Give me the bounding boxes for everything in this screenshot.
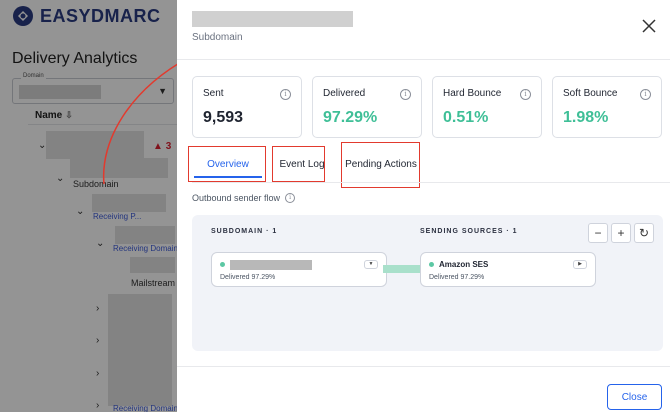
tabs-divider bbox=[192, 182, 670, 183]
stat-value: 1.98% bbox=[563, 109, 609, 126]
stat-value: 9,593 bbox=[203, 109, 244, 126]
redacted-subdomain bbox=[230, 260, 312, 270]
zoom-out-button[interactable]: − bbox=[588, 223, 608, 243]
subdomain-drawer: Subdomain Sent i 9,593 Delivered i 97.29… bbox=[177, 0, 670, 412]
stat-card-delivered: Delivered i 97.29% bbox=[312, 76, 422, 138]
flow-connector bbox=[383, 265, 420, 273]
zoom-in-button[interactable]: + bbox=[611, 223, 631, 243]
node-delivered: Delivered 97.29% bbox=[429, 274, 485, 281]
expand-icon[interactable]: ▶ bbox=[573, 260, 587, 269]
column-label-subdomain: SUBDOMAIN · 1 bbox=[211, 228, 278, 235]
redacted-subdomain-title bbox=[192, 11, 353, 27]
sender-flow-canvas: SUBDOMAIN · 1 SENDING SOURCES · 1 − + ↻ … bbox=[192, 215, 663, 351]
subdomain-node[interactable]: ▼ Delivered 97.29% bbox=[211, 252, 387, 287]
stat-label: Delivered bbox=[323, 88, 366, 99]
column-label-sending-sources: SENDING SOURCES · 1 bbox=[420, 228, 518, 235]
reset-view-button[interactable]: ↻ bbox=[634, 223, 654, 243]
drawer-subtitle: Subdomain bbox=[192, 32, 243, 43]
close-button[interactable]: Close bbox=[607, 384, 662, 410]
info-icon[interactable]: i bbox=[520, 89, 531, 100]
info-icon[interactable]: i bbox=[400, 89, 411, 100]
stats-cards: Sent i 9,593 Delivered i 97.29% Hard Bou… bbox=[192, 76, 670, 138]
stat-card-sent: Sent i 9,593 bbox=[192, 76, 302, 138]
modal-backdrop[interactable] bbox=[0, 0, 177, 412]
annotation-box bbox=[188, 146, 266, 182]
stat-label: Soft Bounce bbox=[563, 88, 618, 99]
close-icon[interactable] bbox=[640, 17, 658, 35]
info-icon[interactable]: i bbox=[285, 193, 296, 203]
stat-card-soft-bounce: Soft Bounce i 1.98% bbox=[552, 76, 662, 138]
stat-card-hard-bounce: Hard Bounce i 0.51% bbox=[432, 76, 542, 138]
stat-label: Hard Bounce bbox=[443, 88, 502, 99]
annotation-box bbox=[272, 146, 325, 182]
flow-title: Outbound sender flow i bbox=[192, 193, 296, 203]
expand-icon[interactable]: ▼ bbox=[364, 260, 378, 269]
source-node-amazon-ses[interactable]: Amazon SES ▶ Delivered 97.29% bbox=[420, 252, 596, 287]
stat-value: 0.51% bbox=[443, 109, 489, 126]
stat-value: 97.29% bbox=[323, 109, 378, 126]
info-icon[interactable]: i bbox=[280, 89, 291, 100]
status-dot bbox=[220, 262, 225, 267]
footer-divider bbox=[177, 366, 670, 367]
header-divider bbox=[177, 59, 670, 60]
node-delivered: Delivered 97.29% bbox=[220, 274, 276, 281]
info-icon[interactable]: i bbox=[640, 89, 651, 100]
status-dot bbox=[429, 262, 434, 267]
stat-label: Sent bbox=[203, 88, 224, 99]
source-name: Amazon SES bbox=[439, 260, 489, 269]
